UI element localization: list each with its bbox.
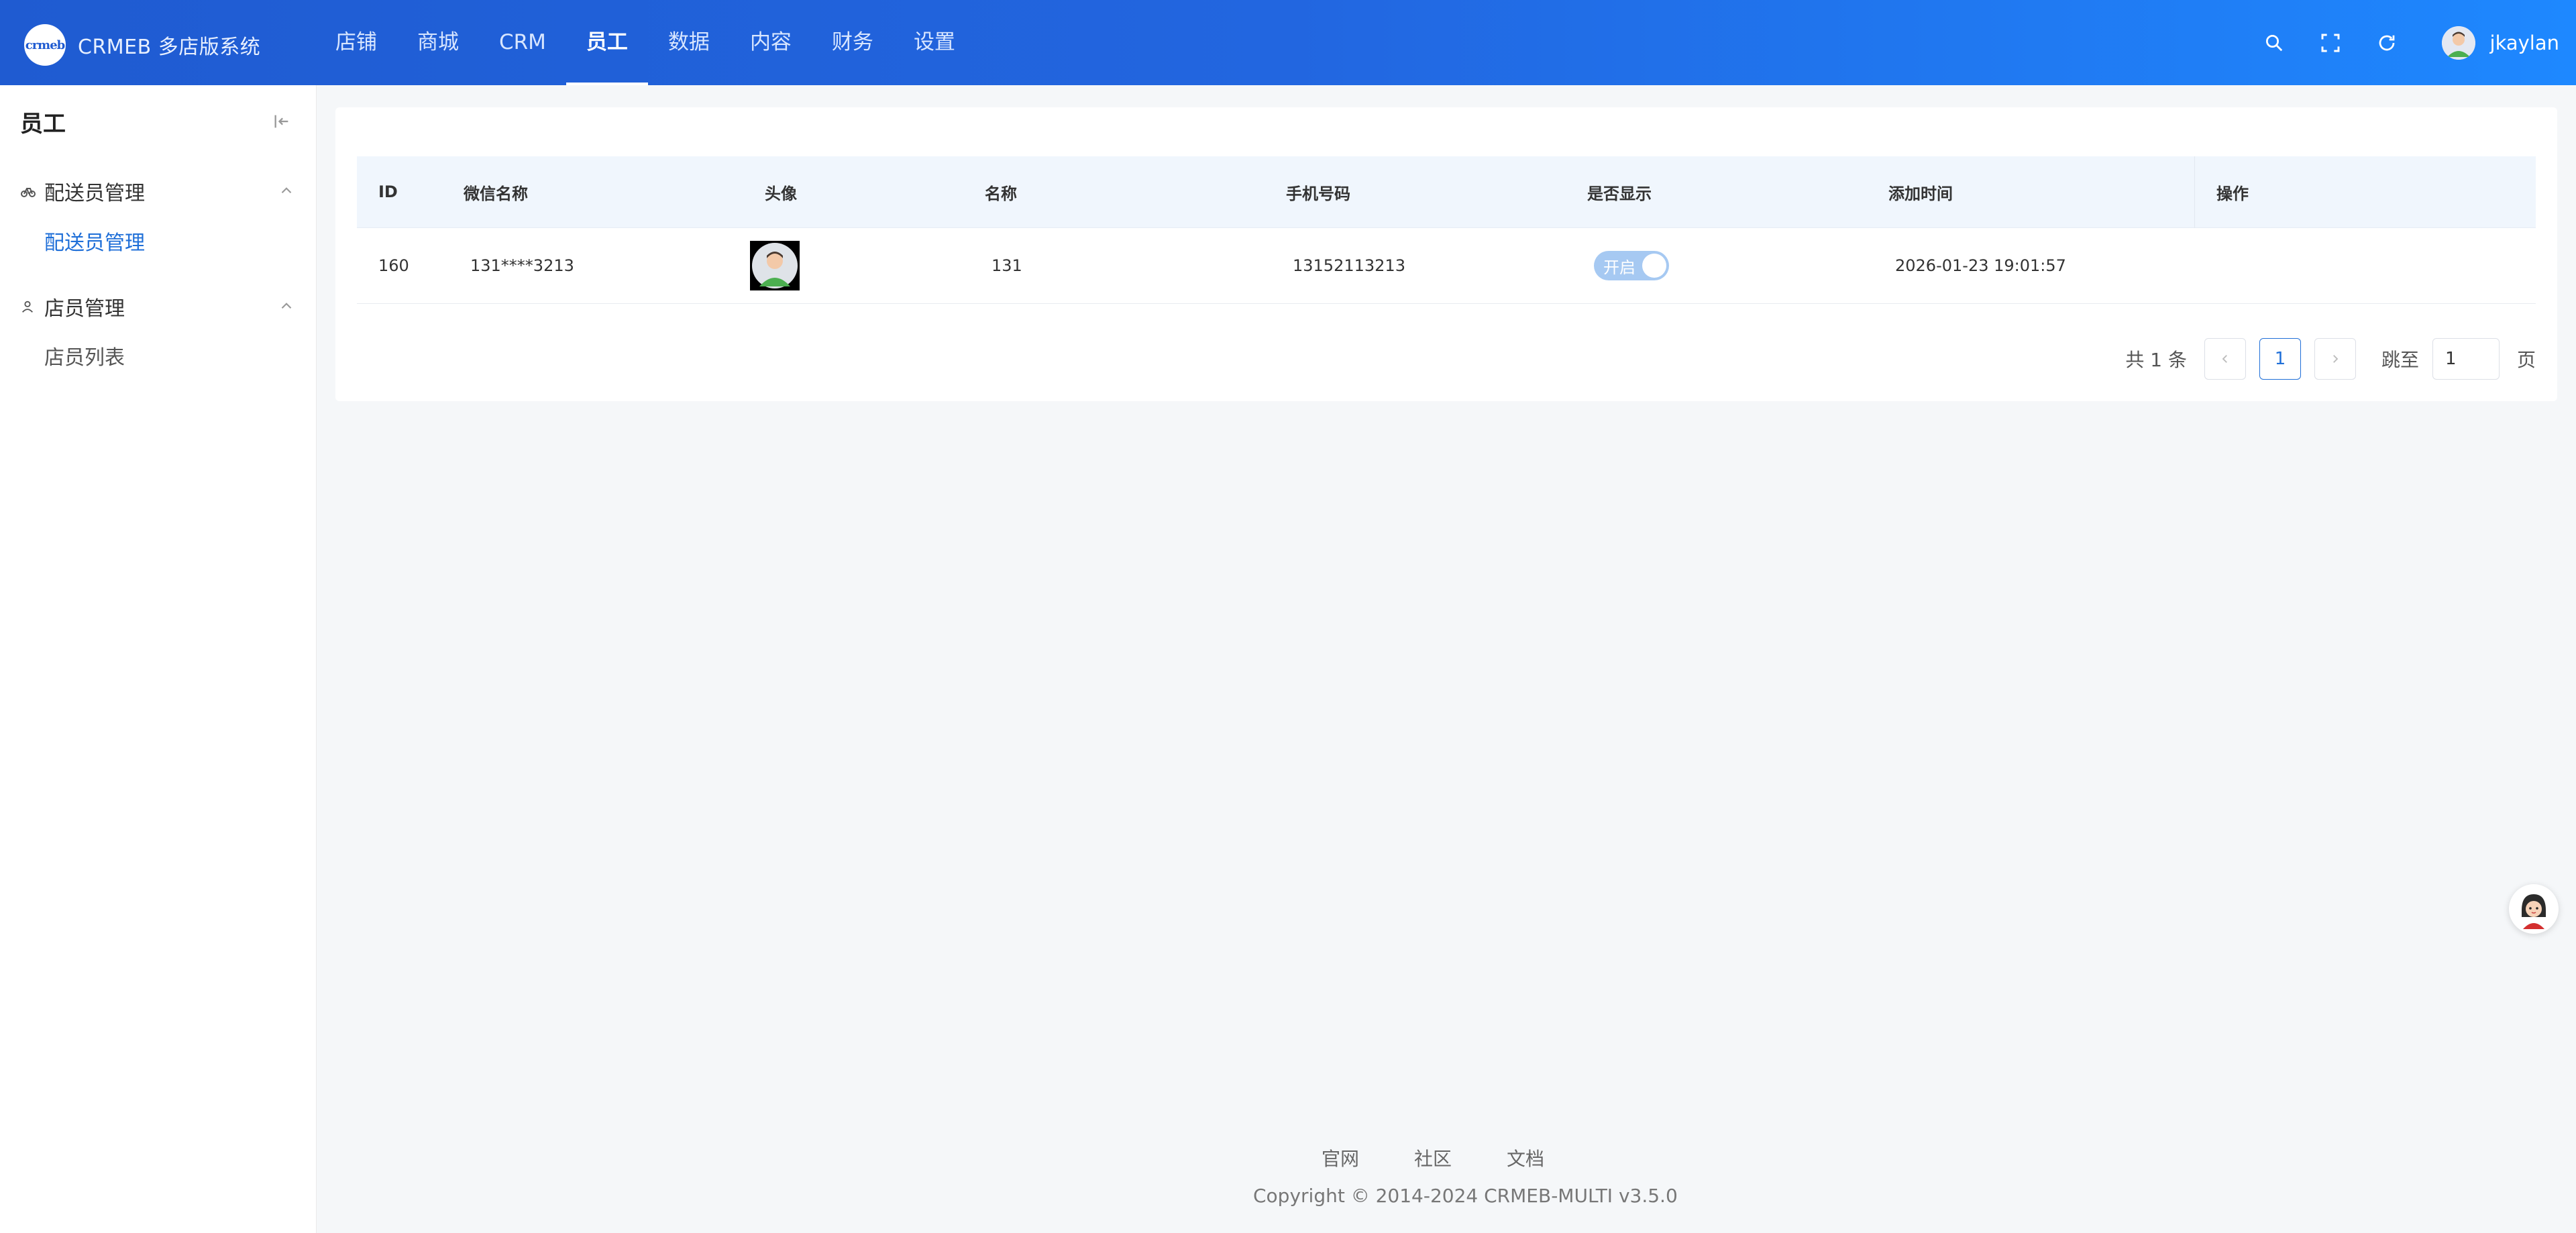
cell-id: 160 [378,256,409,275]
pagination-total: 共 1 条 [2125,349,2187,371]
search-icon[interactable] [2261,30,2288,56]
col-phone: 手机号码 [1286,184,1350,203]
top-nav: 店铺 商城 CRM 员工 数据 内容 财务 设置 [315,0,975,85]
sidebar-title: 员工 [20,111,66,138]
top-header: crmeb CRMEB 多店版系统 店铺 商城 CRM 员工 数据 内容 财务 … [0,0,2576,85]
toggle-knob [1642,254,1666,278]
jump-label: 跳至 [2381,349,2419,371]
pagination: 共 1 条 1 跳至 页 [2125,338,2536,380]
cell-wechat-name: 131****3213 [470,256,574,275]
collapse-sidebar-icon[interactable] [270,109,294,133]
table-row: 160 131****3213 131 13152113213 开启 2026-… [357,228,2536,304]
topnav-store[interactable]: 店铺 [315,0,397,85]
chevron-up-icon [278,297,295,315]
sidebar-group-label: 配送员管理 [44,182,145,205]
col-wechat-name: 微信名称 [464,184,528,203]
sidebar-group-clerk[interactable]: 店员管理 [20,286,302,327]
sidebar: 员工 配送员管理 配送员管理 店员管理 店员列表 [0,85,317,1233]
topnav-crm[interactable]: CRM [479,0,566,85]
brand-logo[interactable]: crmeb CRMEB 多店版系统 [24,24,260,66]
page-number-button[interactable]: 1 [2259,338,2301,380]
next-page-button[interactable] [2314,338,2356,380]
col-avatar: 头像 [765,184,797,203]
customer-service-icon[interactable] [2509,884,2559,934]
topnav-staff[interactable]: 员工 [566,0,648,85]
crmeb-logo-icon: crmeb [24,24,66,66]
delivery-table: ID 微信名称 头像 名称 手机号码 是否显示 添加时间 操作 160 131*… [357,156,2536,304]
page-unit-label: 页 [2516,349,2536,371]
copyright: Copyright © 2014-2024 CRMEB-MULTI v3.5.0 [1253,1185,1678,1207]
col-name: 名称 [985,184,1017,203]
prev-page-button[interactable] [2204,338,2246,380]
col-id: ID [378,182,398,201]
sidebar-group-label: 店员管理 [44,297,125,321]
avatar[interactable] [2441,25,2475,60]
topnav-finance[interactable]: 财务 [812,0,894,85]
topnav-mall[interactable]: 商城 [397,0,479,85]
col-actions: 操作 [2194,156,2536,228]
footer-link-website[interactable]: 官网 [1322,1144,1359,1171]
staff-avatar[interactable] [750,241,800,290]
fullscreen-icon[interactable] [2317,30,2344,56]
show-toggle[interactable]: 开启 [1594,251,1669,280]
content-card: ID 微信名称 头像 名称 手机号码 是否显示 添加时间 操作 160 131*… [335,107,2557,401]
sidebar-group-delivery[interactable]: 配送员管理 [20,171,302,211]
username[interactable]: jkaylan [2490,32,2559,54]
footer-link-docs[interactable]: 文档 [1507,1144,1544,1171]
chevron-up-icon [278,182,295,199]
cell-phone: 13152113213 [1293,256,1405,275]
topnav-content[interactable]: 内容 [730,0,812,85]
cell-created: 2026-01-23 19:01:57 [1895,256,2066,275]
cell-avatar [743,241,963,290]
header-actions: jkaylan [2231,0,2559,85]
topnav-data[interactable]: 数据 [648,0,730,85]
bicycle-icon [20,181,40,201]
toggle-label: 开启 [1603,258,1635,277]
col-created: 添加时间 [1888,184,1953,203]
refresh-icon[interactable] [2373,30,2400,56]
sidebar-item-delivery-manage[interactable]: 配送员管理 [44,225,145,262]
sidebar-item-clerk-list[interactable]: 店员列表 [44,340,125,376]
cell-name: 131 [991,256,1022,275]
topnav-settings[interactable]: 设置 [894,0,975,85]
jump-page-input[interactable] [2432,338,2500,380]
footer-link-community[interactable]: 社区 [1414,1144,1452,1171]
footer-links: 官网 社区 文档 [1322,1144,1599,1171]
user-icon [20,297,40,317]
col-show: 是否显示 [1587,184,1652,203]
brand-name: CRMEB 多店版系统 [78,36,261,59]
cell-show: 开启 [1566,251,1867,280]
table-header: ID 微信名称 头像 名称 手机号码 是否显示 添加时间 操作 [357,156,2536,228]
